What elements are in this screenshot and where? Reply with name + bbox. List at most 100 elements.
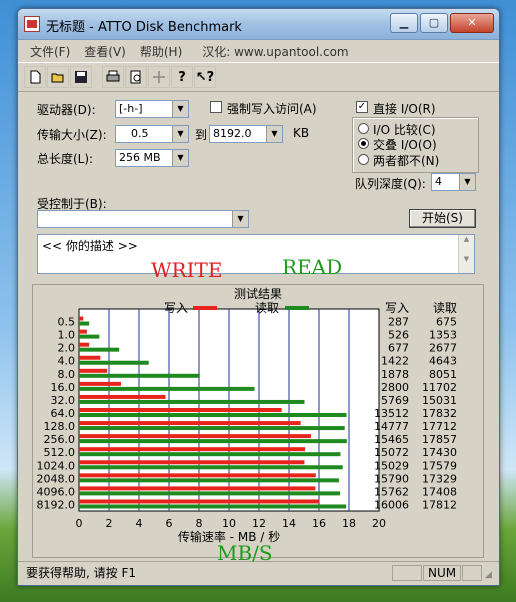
write-bar <box>79 447 306 452</box>
x-tick-label: 18 <box>342 517 356 530</box>
write-bar <box>79 460 305 465</box>
y-category-label: 16.0 <box>51 381 76 394</box>
test-results-panel: 0 2 4 6 8 10 12 14 16 18 20 测试结果 写入 读取 写入 读取 0.5 287 675 1.… <box>32 284 484 558</box>
print-preview-icon[interactable] <box>125 66 147 88</box>
chevron-down-icon[interactable]: ▼ <box>266 126 282 142</box>
write-value: 287 <box>388 316 409 329</box>
read-bar <box>79 373 200 378</box>
write-bar <box>79 394 166 399</box>
x-tick-label: 10 <box>222 517 236 530</box>
transfer-to-select[interactable]: 8192.0 ▼ <box>209 125 283 143</box>
read-bar <box>79 360 149 365</box>
controlled-by-select[interactable]: ▼ <box>37 210 249 228</box>
write-bar <box>79 342 90 347</box>
read-value: 17408 <box>422 485 457 498</box>
kb-label: KB <box>293 126 310 140</box>
write-value: 13512 <box>374 407 409 420</box>
read-bar <box>79 426 345 431</box>
read-bar <box>79 465 343 470</box>
x-tick-label: 2 <box>106 517 113 530</box>
title-bar[interactable]: 无标题 - ATTO Disk Benchmark ▁ ▢ ✕ <box>18 9 499 40</box>
read-value: 17832 <box>422 407 457 420</box>
x-tick-label: 0 <box>76 517 83 530</box>
menu-help[interactable]: 帮助(H) <box>140 43 182 60</box>
direct-io-label: 直接 I/O(R) <box>373 102 436 116</box>
chevron-down-icon[interactable]: ▼ <box>172 126 188 142</box>
read-bar <box>79 347 120 352</box>
to-label: 到 <box>195 128 208 142</box>
transfer-to-value: 8192.0 <box>213 127 252 140</box>
legend-read-label: 读取 <box>255 301 279 315</box>
status-pane-caps <box>392 565 422 581</box>
read-value: 2677 <box>429 342 457 355</box>
description-text: << 你的描述 >> <box>42 239 138 253</box>
menu-file[interactable]: 文件(F) <box>30 43 70 60</box>
write-bar <box>79 473 316 478</box>
read-value: 17712 <box>422 420 457 433</box>
overlapped-io-radio[interactable] <box>358 138 369 149</box>
legend-write-swatch <box>193 306 217 310</box>
y-category-label: 2048.0 <box>37 472 76 485</box>
read-bar <box>79 478 339 483</box>
chevron-down-icon[interactable]: ▼ <box>172 101 188 117</box>
neither-radio[interactable] <box>358 154 369 165</box>
description-field[interactable]: << 你的描述 >> ▲ ▼ <box>37 234 475 274</box>
chevron-down-icon[interactable]: ▼ <box>172 150 188 166</box>
scroll-down-icon[interactable]: ▼ <box>459 255 474 263</box>
neither-label: 两者都不(N) <box>373 154 440 168</box>
write-bar <box>79 381 121 386</box>
menu-localization[interactable]: 汉化: www.upantool.com <box>202 43 348 60</box>
description-scrollbar[interactable]: ▲ ▼ <box>458 235 474 273</box>
menu-view[interactable]: 查看(V) <box>84 43 126 60</box>
print-icon[interactable] <box>102 66 124 88</box>
drive-label: 驱动器(D): <box>37 103 96 117</box>
context-help-icon[interactable]: ↖? <box>194 66 216 88</box>
transfer-from-select[interactable]: 0.5 ▼ <box>115 125 189 143</box>
start-button[interactable]: 开始(S) <box>409 209 476 228</box>
direct-io-checkbox[interactable]: ✓ <box>356 101 368 113</box>
write-bar <box>79 329 87 334</box>
read-bar <box>79 413 347 417</box>
read-annotation: READ <box>282 255 343 279</box>
write-value: 15762 <box>374 485 409 498</box>
help-icon[interactable]: ? <box>171 66 193 88</box>
x-tick-label: 6 <box>166 517 173 530</box>
x-tick-label: 20 <box>372 517 386 530</box>
write-value: 677 <box>388 342 409 355</box>
read-bar <box>79 399 305 404</box>
table-header-read: 读取 <box>433 301 457 315</box>
read-value: 17812 <box>422 498 457 511</box>
write-value: 15790 <box>374 472 409 485</box>
transfer-from-value: 0.5 <box>131 127 149 140</box>
force-write-checkbox[interactable] <box>210 101 222 113</box>
scroll-up-icon[interactable]: ▲ <box>459 235 474 243</box>
app-icon[interactable] <box>24 16 40 32</box>
legend-write-label: 写入 <box>164 301 188 315</box>
y-category-label: 1.0 <box>58 329 76 342</box>
save-icon[interactable] <box>70 66 92 88</box>
read-value: 17579 <box>422 459 457 472</box>
y-category-label: 8.0 <box>58 368 76 381</box>
write-value: 526 <box>388 329 409 342</box>
read-bar <box>79 504 347 509</box>
total-length-select[interactable]: 256 MB ▼ <box>115 149 189 167</box>
x-tick-label: 14 <box>282 517 296 530</box>
status-help-text: 要获得帮助, 请按 F1 <box>26 566 136 580</box>
resize-grip-icon[interactable]: ◢ <box>485 570 497 582</box>
read-value: 17329 <box>422 472 457 485</box>
close-button[interactable]: ✕ <box>450 13 494 33</box>
y-category-label: 1024.0 <box>37 459 76 472</box>
maximize-button[interactable]: ▢ <box>420 13 448 33</box>
minimize-button[interactable]: ▁ <box>390 13 418 33</box>
chevron-down-icon[interactable]: ▼ <box>232 211 248 227</box>
new-icon[interactable] <box>24 66 46 88</box>
move-icon[interactable] <box>148 66 170 88</box>
io-compare-radio[interactable] <box>358 123 369 134</box>
drive-select[interactable]: [-h-] ▼ <box>115 100 189 118</box>
queue-depth-value: 4 <box>435 175 442 188</box>
queue-depth-select[interactable]: 4 ▼ <box>431 173 476 191</box>
read-bar <box>79 491 341 496</box>
chevron-down-icon[interactable]: ▼ <box>459 174 475 190</box>
open-icon[interactable] <box>47 66 69 88</box>
legend-read-swatch <box>285 306 309 310</box>
